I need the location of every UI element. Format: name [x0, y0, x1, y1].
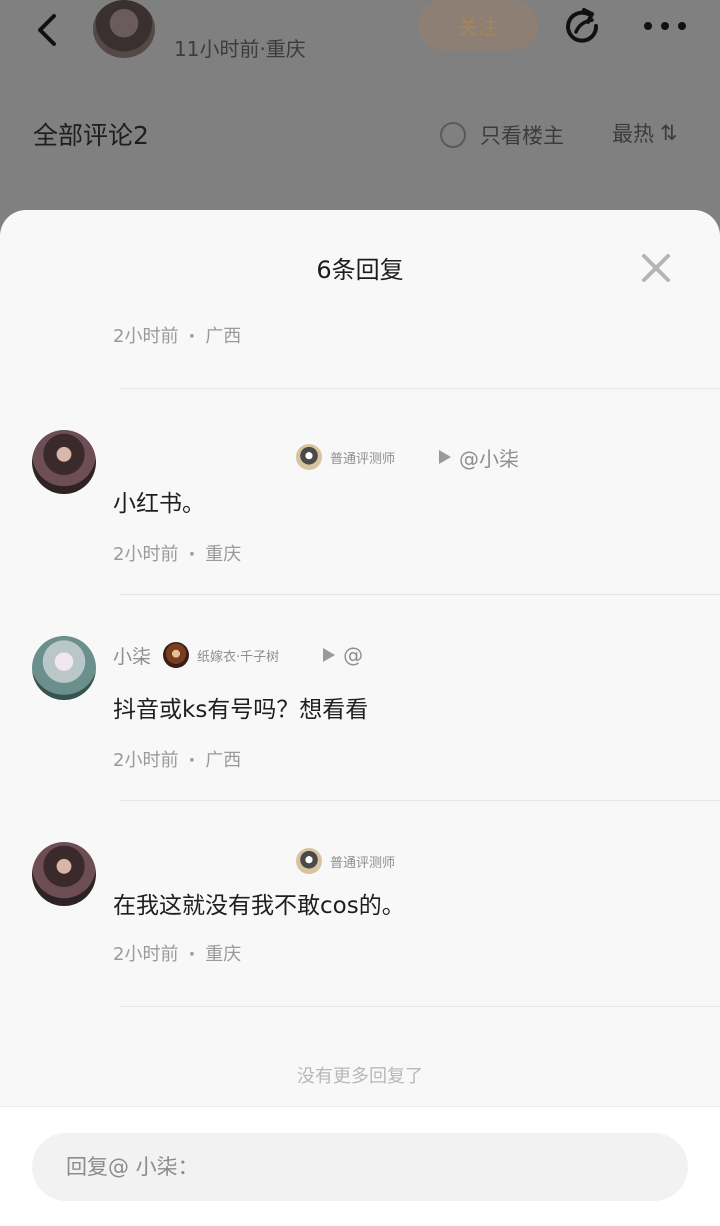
badge-icon: [296, 848, 322, 874]
comments-count-title: 全部评论2: [33, 121, 149, 150]
author-avatar[interactable]: [93, 0, 155, 58]
reply-name-line: 普通评测师: [296, 846, 395, 876]
sort-icon: ⇅: [660, 121, 678, 145]
reply-item: 普通评测师 在我这就没有我不敢cos的。 2小时前 · 重庆: [0, 832, 720, 1032]
avatar[interactable]: [32, 636, 96, 700]
reply-arrow-icon: [439, 450, 452, 464]
reply-meta: 2小时前 · 重庆: [113, 944, 242, 965]
sort-label: 最热: [612, 122, 654, 146]
badge-icon: [163, 642, 190, 668]
reply-name-line: 小柒 纸嫁衣·千子树 @: [113, 640, 363, 670]
reply-text[interactable]: 抖音或ks有号吗？想看看: [113, 690, 368, 724]
badge-icon: [296, 444, 322, 470]
reply-text[interactable]: 在我这就没有我不敢cos的。: [113, 886, 405, 920]
op-only-radio[interactable]: [440, 122, 466, 148]
user-badge: 普通评测师: [296, 848, 395, 874]
sort-toggle[interactable]: 最热 ⇅: [612, 118, 678, 148]
reply-location: 广西: [205, 326, 242, 347]
mention-link[interactable]: @小柒: [459, 443, 519, 472]
reply-location: 广西: [205, 750, 242, 771]
mention-link[interactable]: @: [343, 643, 363, 667]
reply-name-line: 普通评测师 @小柒: [296, 442, 519, 472]
follow-button[interactable]: 关注: [418, 0, 538, 50]
reply-location: 重庆: [205, 944, 242, 965]
reply-time: 2小时前: [113, 544, 179, 565]
share-icon[interactable]: [562, 6, 604, 48]
divider: [120, 1006, 720, 1007]
reply-arrow-icon: [323, 648, 336, 662]
post-meta: 11小时前·重庆: [174, 37, 306, 61]
reply-input-bar: [0, 1106, 720, 1226]
more-options-icon[interactable]: [642, 14, 688, 38]
reply-input[interactable]: [32, 1133, 688, 1201]
badge-label: 纸嫁衣·千子树: [197, 649, 280, 665]
sheet-title: 6条回复: [316, 256, 404, 284]
badge-label: 普通评测师: [330, 855, 396, 871]
replies-sheet: 6条回复 2小时前 · 广西 普通评测师 @小柒 小红书。 2小时前 · 重庆 小柒 纸…: [0, 210, 720, 1226]
reply-item: 普通评测师 @小柒 小红书。 2小时前 · 重庆: [0, 420, 720, 620]
reply-meta: 2小时前 · 广西: [113, 750, 242, 771]
reply-location: 重庆: [205, 544, 242, 565]
reply-time: 2小时前: [113, 326, 179, 347]
reply-meta: 2小时前 · 广西: [113, 326, 242, 347]
divider: [120, 388, 720, 389]
back-arrow-icon[interactable]: [30, 10, 66, 50]
user-badge: 纸嫁衣·千子树: [163, 642, 279, 668]
close-icon[interactable]: [640, 252, 672, 284]
user-badge: 普通评测师: [296, 444, 395, 470]
badge-label: 普通评测师: [330, 451, 396, 467]
reply-text[interactable]: 小红书。: [113, 484, 205, 518]
op-only-toggle[interactable]: 只看楼主: [440, 120, 564, 150]
reply-item: 小柒 纸嫁衣·千子树 @ 抖音或ks有号吗？想看看 2小时前 · 广西: [0, 626, 720, 826]
avatar[interactable]: [32, 842, 96, 906]
reply-time: 2小时前: [113, 750, 179, 771]
reply-username[interactable]: 小柒: [113, 642, 151, 669]
reply-meta: 2小时前 · 重庆: [113, 544, 242, 565]
divider: [120, 594, 720, 595]
reply-time: 2小时前: [113, 944, 179, 965]
op-only-label: 只看楼主: [480, 124, 564, 148]
no-more-replies: 没有更多回复了: [297, 1066, 423, 1087]
divider: [120, 800, 720, 801]
avatar[interactable]: [32, 430, 96, 494]
